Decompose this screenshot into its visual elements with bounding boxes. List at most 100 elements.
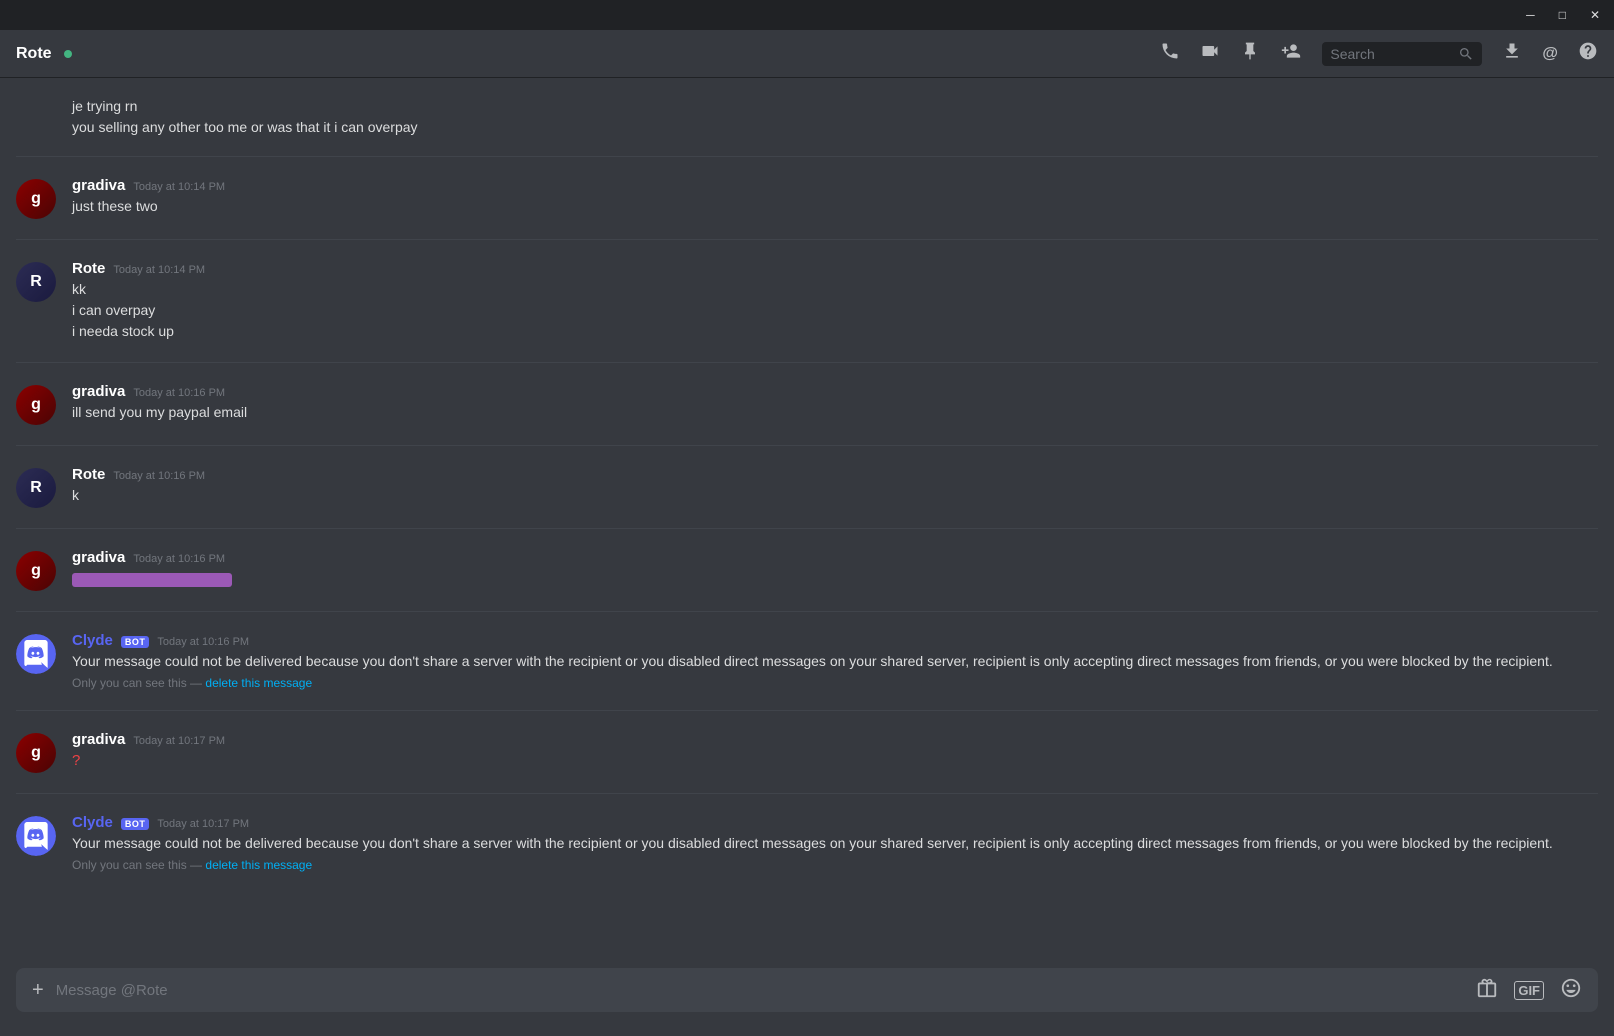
bot-badge: BOT bbox=[121, 636, 150, 648]
channel-header: Rote Search bbox=[0, 30, 1614, 78]
avatar: g bbox=[16, 385, 56, 425]
mention-icon[interactable]: @ bbox=[1542, 45, 1558, 63]
avatar-image: g bbox=[16, 179, 56, 219]
message-content: Rote Today at 10:16 PM k bbox=[72, 466, 1598, 508]
avatar-image: g bbox=[16, 551, 56, 591]
message-text: i needa stock up bbox=[72, 321, 1598, 342]
username: gradiva bbox=[72, 177, 125, 194]
message-content: Rote Today at 10:14 PM kk i can overpay … bbox=[72, 260, 1598, 342]
message-text: Your message could not be delivered beca… bbox=[72, 833, 1598, 854]
channel-name: Rote bbox=[16, 45, 52, 63]
delete-message-link-1[interactable]: delete this message bbox=[205, 676, 312, 690]
message-text: je trying rn you selling any other too m… bbox=[72, 96, 1598, 138]
message-group: g gradiva Today at 10:16 PM ill send you… bbox=[0, 379, 1614, 429]
avatar: R bbox=[16, 262, 56, 302]
timestamp: Today at 10:14 PM bbox=[133, 181, 225, 193]
avatar bbox=[16, 634, 56, 674]
message-input-box[interactable]: + Message @Rote GIF bbox=[16, 968, 1598, 1012]
message-divider bbox=[16, 239, 1598, 240]
message-input-area: + Message @Rote GIF bbox=[0, 968, 1614, 1036]
message-text: ? bbox=[72, 750, 1598, 773]
username: gradiva bbox=[72, 549, 125, 566]
username: Rote bbox=[72, 260, 105, 277]
timestamp: Today at 10:14 PM bbox=[113, 264, 205, 276]
message-group: Clyde BOT Today at 10:16 PM Your message… bbox=[0, 628, 1614, 694]
attach-button[interactable]: + bbox=[32, 979, 44, 1002]
message-text: i can overpay bbox=[72, 300, 1598, 321]
bot-badge: BOT bbox=[121, 818, 150, 830]
timestamp: Today at 10:17 PM bbox=[133, 735, 225, 747]
clyde-avatar bbox=[16, 816, 56, 856]
help-icon[interactable] bbox=[1578, 41, 1598, 66]
avatar: R bbox=[16, 468, 56, 508]
message-text: k bbox=[72, 485, 1598, 506]
pin-icon[interactable] bbox=[1240, 41, 1260, 66]
clyde-avatar bbox=[16, 634, 56, 674]
close-button[interactable]: ✕ bbox=[1584, 6, 1606, 24]
message-divider bbox=[16, 611, 1598, 612]
message-group: Clyde BOT Today at 10:17 PM Your message… bbox=[0, 810, 1614, 876]
avatar: g bbox=[16, 179, 56, 219]
message-input[interactable]: Message @Rote bbox=[56, 982, 1465, 999]
message-divider bbox=[16, 528, 1598, 529]
minimize-button[interactable]: ─ bbox=[1520, 6, 1541, 24]
username: Rote bbox=[72, 466, 105, 483]
message-group: g gradiva Today at 10:16 PM bbox=[0, 545, 1614, 595]
call-icon[interactable] bbox=[1160, 41, 1180, 66]
message-content: Clyde BOT Today at 10:16 PM Your message… bbox=[72, 632, 1598, 690]
search-box[interactable]: Search bbox=[1322, 42, 1482, 66]
message-group: R Rote Today at 10:16 PM k bbox=[0, 462, 1614, 512]
timestamp: Today at 10:16 PM bbox=[157, 636, 249, 648]
only-you-notice: Only you can see this — delete this mess… bbox=[72, 858, 1598, 872]
emoji-icon[interactable] bbox=[1560, 977, 1582, 1004]
message-header: Clyde BOT Today at 10:16 PM bbox=[72, 632, 1598, 649]
messages-area: je trying rn you selling any other too m… bbox=[0, 78, 1614, 968]
message-header: Clyde BOT Today at 10:17 PM bbox=[72, 814, 1598, 831]
gift-icon[interactable] bbox=[1476, 977, 1498, 1004]
message-header: gradiva Today at 10:17 PM bbox=[72, 731, 1598, 748]
avatar-image: R bbox=[16, 262, 56, 302]
message-text bbox=[72, 568, 1598, 589]
message-header: gradiva Today at 10:14 PM bbox=[72, 177, 1598, 194]
avatar-image: g bbox=[16, 385, 56, 425]
main-content: Rote Search bbox=[0, 30, 1614, 1036]
message-content: gradiva Today at 10:17 PM ? bbox=[72, 731, 1598, 773]
message-content: gradiva Today at 10:16 PM ill send you m… bbox=[72, 383, 1598, 425]
message-content: gradiva Today at 10:14 PM just these two bbox=[72, 177, 1598, 219]
message-header: gradiva Today at 10:16 PM bbox=[72, 383, 1598, 400]
message-divider bbox=[16, 362, 1598, 363]
message-header: Rote Today at 10:14 PM bbox=[72, 260, 1598, 277]
message-content: gradiva Today at 10:16 PM bbox=[72, 549, 1598, 591]
video-icon[interactable] bbox=[1200, 41, 1220, 66]
message-divider bbox=[16, 710, 1598, 711]
message-line: you selling any other too me or was that… bbox=[72, 117, 1598, 138]
download-icon[interactable] bbox=[1502, 41, 1522, 66]
only-you-notice: Only you can see this — delete this mess… bbox=[72, 676, 1598, 690]
delete-message-link-2[interactable]: delete this message bbox=[205, 858, 312, 872]
censored-content bbox=[72, 573, 232, 587]
message-group: je trying rn you selling any other too m… bbox=[0, 94, 1614, 140]
message-group: g gradiva Today at 10:17 PM ? bbox=[0, 727, 1614, 777]
message-divider bbox=[16, 156, 1598, 157]
online-indicator bbox=[64, 50, 72, 58]
add-member-icon[interactable] bbox=[1280, 41, 1302, 66]
username: Clyde bbox=[72, 632, 113, 649]
message-line: je trying rn bbox=[72, 96, 1598, 117]
avatar: g bbox=[16, 733, 56, 773]
message-text: ill send you my paypal email bbox=[72, 402, 1598, 423]
avatar bbox=[16, 816, 56, 856]
app-container: Rote Search bbox=[0, 30, 1614, 1036]
titlebar: ─ □ ✕ bbox=[0, 0, 1614, 30]
message-text: Your message could not be delivered beca… bbox=[72, 651, 1598, 672]
maximize-button[interactable]: □ bbox=[1553, 6, 1572, 24]
input-icons: GIF bbox=[1476, 977, 1582, 1004]
avatar-image: g bbox=[16, 733, 56, 773]
timestamp: Today at 10:16 PM bbox=[133, 553, 225, 565]
message-divider bbox=[16, 793, 1598, 794]
message-text: kk bbox=[72, 279, 1598, 300]
message-content: Clyde BOT Today at 10:17 PM Your message… bbox=[72, 814, 1598, 872]
avatar-image: R bbox=[16, 468, 56, 508]
gif-icon[interactable]: GIF bbox=[1514, 981, 1544, 1000]
timestamp: Today at 10:16 PM bbox=[113, 470, 205, 482]
message-text: just these two bbox=[72, 196, 1598, 217]
